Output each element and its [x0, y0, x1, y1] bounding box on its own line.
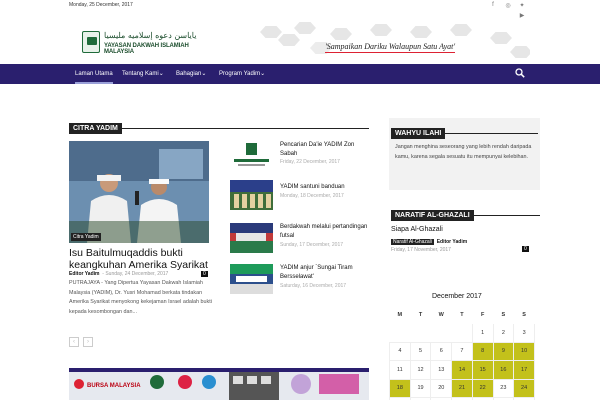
- list-item-date: Monday, 18 December, 2017: [280, 193, 344, 199]
- comment-count[interactable]: 0: [518, 246, 529, 252]
- wahyu-text: Jangan menghina seseorang yang lebih ren…: [395, 144, 532, 160]
- facebook-icon[interactable]: f: [489, 2, 497, 8]
- article-author[interactable]: Editor Yadim: [69, 271, 99, 277]
- calendar-day[interactable]: 16: [492, 360, 515, 380]
- main-article-meta: Editor Yadim - Sunday, 24 December, 2017: [69, 271, 169, 277]
- main-article-image[interactable]: Citra Yadim: [69, 141, 209, 243]
- calendar-day[interactable]: 9: [492, 341, 515, 361]
- calendar-day: 3: [513, 323, 535, 343]
- calendar-day: 19: [409, 378, 432, 398]
- logo-arabic: ياياسن دعوه إسلاميه مليسيا: [104, 31, 197, 40]
- calendar-empty: [410, 324, 431, 343]
- list-item-date: Friday, 22 December, 2017: [280, 159, 340, 165]
- calendar-day[interactable]: 22: [471, 378, 494, 398]
- slogan: 'Sampaikan Dariku Walaupun Satu Ayat': [325, 42, 456, 53]
- calendar-day: 23: [492, 378, 515, 398]
- site-logo[interactable]: ياياسن دعوه إسلاميه مليسيا YAYASAN DAKWA…: [80, 29, 204, 56]
- article-author[interactable]: Editor Yadim: [437, 239, 467, 245]
- calendar-day[interactable]: 14: [451, 360, 473, 380]
- calendar-weekday: S: [492, 305, 515, 324]
- next-page-button[interactable]: ›: [83, 337, 93, 347]
- nav-item-tentang-kami[interactable]: Tentang Kami⌄: [122, 64, 164, 84]
- section-header-citra: CITRA YADIM: [69, 117, 369, 134]
- sponsor-banner[interactable]: BURSA MALAYSIA: [69, 368, 369, 400]
- list-item-image[interactable]: [230, 180, 273, 210]
- calendar-day: 11: [389, 360, 411, 380]
- list-item-date: Saturday, 16 December, 2017: [280, 283, 347, 289]
- comment-count[interactable]: 0: [197, 271, 208, 277]
- category-tag[interactable]: Naratif Al-Ghazali: [391, 239, 434, 245]
- youtube-icon[interactable]: ▶: [518, 12, 526, 19]
- chevron-down-icon: ⌄: [158, 71, 164, 77]
- calendar-day[interactable]: 8: [471, 341, 494, 361]
- prev-page-button[interactable]: ‹: [69, 337, 79, 347]
- nav-item-laman-utama[interactable]: Laman Utama: [75, 64, 113, 84]
- calendar-weekday: M: [389, 305, 411, 324]
- list-item-image[interactable]: [230, 264, 273, 294]
- current-date: Monday, 25 December, 2017: [69, 2, 133, 8]
- list-item-title[interactable]: YADIM anjur `Sungai Tiram Bersselawat': [280, 264, 370, 282]
- calendar-day: 2: [492, 323, 515, 343]
- list-item-image[interactable]: [230, 141, 273, 171]
- calendar-day: 7: [451, 341, 473, 361]
- top-bar: Monday, 25 December, 2017 f ◎ ✦ ▶: [0, 0, 600, 19]
- calendar-day: 20: [430, 378, 453, 398]
- nav-item-program-yadim[interactable]: Program Yadim⌄: [219, 64, 265, 84]
- logo-emblem: [82, 31, 100, 53]
- logo-text: YAYASAN DAKWAH ISLAMIAH MALAYSIA: [104, 43, 189, 55]
- calendar-weekday: W: [430, 305, 453, 324]
- chevron-down-icon: ⌄: [201, 71, 207, 77]
- main-nav: Laman Utama Tentang Kami⌄ Bahagian⌄ Prog…: [0, 64, 600, 84]
- calendar-empty: [431, 324, 452, 343]
- calendar-day[interactable]: 15: [471, 360, 494, 380]
- article-photo: [69, 141, 209, 243]
- nav-item-bahagian[interactable]: Bahagian⌄: [176, 64, 206, 84]
- calendar-day[interactable]: 17: [513, 360, 535, 380]
- calendar-day: 12: [409, 360, 432, 380]
- main-article-title[interactable]: Isu Baitulmuqaddis bukti keangkuhan Amer…: [69, 247, 219, 271]
- chevron-down-icon: ⌄: [260, 71, 266, 77]
- main-article-excerpt: PUTRAJAYA - Yang Dipertua Yayasan Dakwah…: [69, 280, 212, 315]
- calendar-day: 13: [430, 360, 453, 380]
- page: Monday, 25 December, 2017 f ◎ ✦ ▶ ياياسن…: [0, 0, 600, 400]
- calendar: MTWTFSS 1 2 3 4 5 6 7 8 9 10 11 12 13 14 15 16 17 18 19 20 2…: [389, 305, 535, 400]
- list-item-title[interactable]: Berdakwah melalui pertandingan futsal: [280, 223, 370, 241]
- calendar-day: 4: [389, 341, 411, 361]
- calendar-day: 5: [409, 341, 432, 361]
- list-item-date: Sunday, 17 December, 2017: [280, 242, 344, 248]
- twitter-icon[interactable]: ✦: [518, 2, 526, 9]
- section-header-wahyu: WAHYU ILAHI: [391, 122, 538, 139]
- calendar-weekday: F: [471, 305, 494, 324]
- naratif-meta: Naratif Al-Ghazali Editor Yadim: [391, 239, 467, 245]
- calendar-day[interactable]: 18: [389, 378, 411, 398]
- sponsor-label: BURSA MALAYSIA: [87, 383, 141, 389]
- list-item-title[interactable]: YADIM santuni banduan: [280, 183, 370, 192]
- section-header-naratif: NARATIF AL-GHAZALI: [391, 204, 540, 221]
- article-date: Sunday, 24 December, 2017: [105, 271, 169, 277]
- calendar-day[interactable]: 21: [451, 378, 473, 398]
- list-item-image[interactable]: [230, 223, 273, 253]
- calendar-weekday: T: [409, 305, 432, 324]
- image-category-badge[interactable]: Citra Yadim: [71, 233, 101, 241]
- naratif-date: Friday, 17 November, 2017: [391, 247, 451, 253]
- calendar-empty: [452, 324, 473, 343]
- calendar-day: 6: [430, 341, 453, 361]
- search-icon[interactable]: [515, 68, 525, 78]
- calendar-empty: [390, 324, 411, 343]
- calendar-day[interactable]: 10: [513, 341, 535, 361]
- instagram-icon[interactable]: ◎: [504, 2, 512, 9]
- calendar-day[interactable]: 24: [513, 378, 535, 398]
- calendar-weekday: T: [451, 305, 473, 324]
- calendar-weekday: S: [513, 305, 535, 324]
- wahyu-widget: WAHYU ILAHI Jangan menghina seseorang ya…: [389, 118, 540, 190]
- calendar-day: 1: [471, 323, 494, 343]
- calendar-title: December 2017: [432, 293, 482, 300]
- list-item-title[interactable]: Pencarian Da'ie YADIM Zon Sabah: [280, 141, 370, 159]
- naratif-post-title[interactable]: Siapa Al-Ghazali: [391, 226, 443, 233]
